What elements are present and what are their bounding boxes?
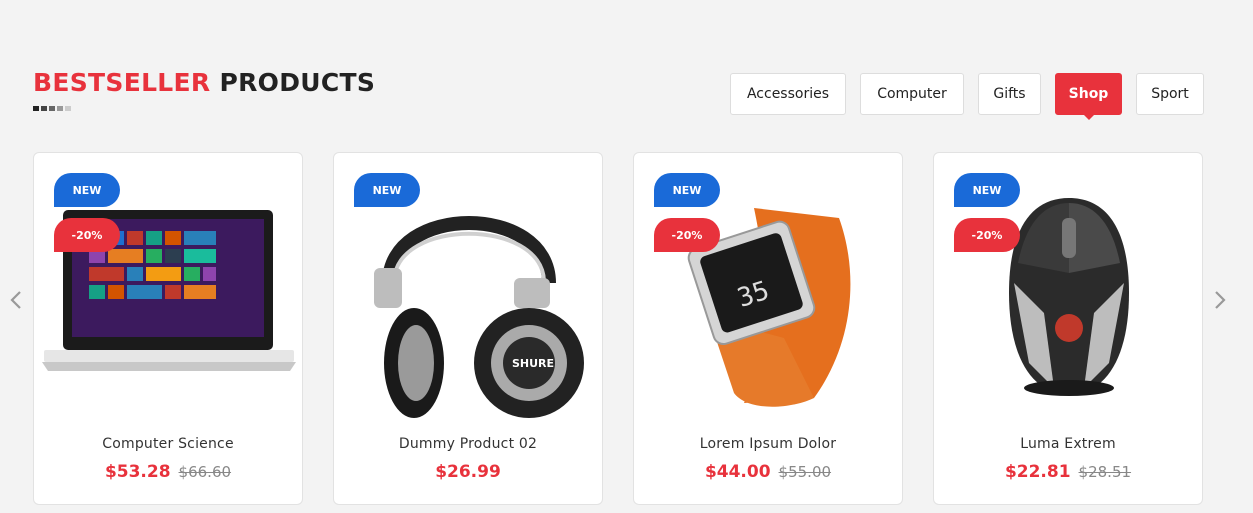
product-old-price: $66.60: [178, 463, 232, 481]
discount-badge: -20%: [654, 218, 720, 252]
product-price: $44.00: [704, 462, 771, 482]
price-row: $22.81 $28.51: [934, 462, 1202, 482]
product-card[interactable]: SHURE NEW Dummy Product 02 $26.99: [333, 152, 603, 505]
price-row: $53.28 $66.60: [34, 462, 302, 482]
product-card[interactable]: NEW -20% Luma Extrem $22.81 $28.51: [933, 152, 1203, 505]
product-card[interactable]: 35 NEW -20% Lorem Ipsum Dolor $44.00 $55…: [633, 152, 903, 505]
tab-shop[interactable]: Shop: [1055, 73, 1122, 120]
section-title: BESTSELLER PRODUCTS: [33, 68, 375, 97]
tab-computer[interactable]: Computer: [860, 73, 964, 115]
product-price: $26.99: [435, 462, 501, 482]
product-name[interactable]: Lorem Ipsum Dolor: [634, 436, 902, 452]
new-badge: NEW: [954, 173, 1020, 207]
product-card[interactable]: NEW -20% Computer Science $53.28 $66.60: [33, 152, 303, 505]
price-row: $44.00 $55.00: [634, 462, 902, 482]
product-old-price: $55.00: [778, 463, 832, 481]
price-row: $26.99: [334, 462, 602, 482]
title-decoration: [33, 106, 71, 111]
chevron-left-icon[interactable]: [6, 288, 26, 312]
product-old-price: $28.51: [1078, 463, 1132, 481]
tab-accessories[interactable]: Accessories: [730, 73, 846, 115]
product-name[interactable]: Luma Extrem: [934, 436, 1202, 452]
discount-badge: -20%: [954, 218, 1020, 252]
product-name[interactable]: Computer Science: [34, 436, 302, 452]
product-price: $53.28: [104, 462, 171, 482]
tab-sport[interactable]: Sport: [1136, 73, 1204, 115]
tab-gifts[interactable]: Gifts: [978, 73, 1041, 115]
section-title-accent: BESTSELLER: [33, 68, 211, 97]
discount-badge: -20%: [54, 218, 120, 252]
svg-text:SHURE: SHURE: [512, 357, 554, 370]
chevron-right-icon[interactable]: [1210, 288, 1230, 312]
new-badge: NEW: [654, 173, 720, 207]
new-badge: NEW: [54, 173, 120, 207]
section-title-rest: PRODUCTS: [219, 68, 376, 97]
new-badge: NEW: [354, 173, 420, 207]
product-name[interactable]: Dummy Product 02: [334, 436, 602, 452]
product-price: $22.81: [1004, 462, 1071, 482]
